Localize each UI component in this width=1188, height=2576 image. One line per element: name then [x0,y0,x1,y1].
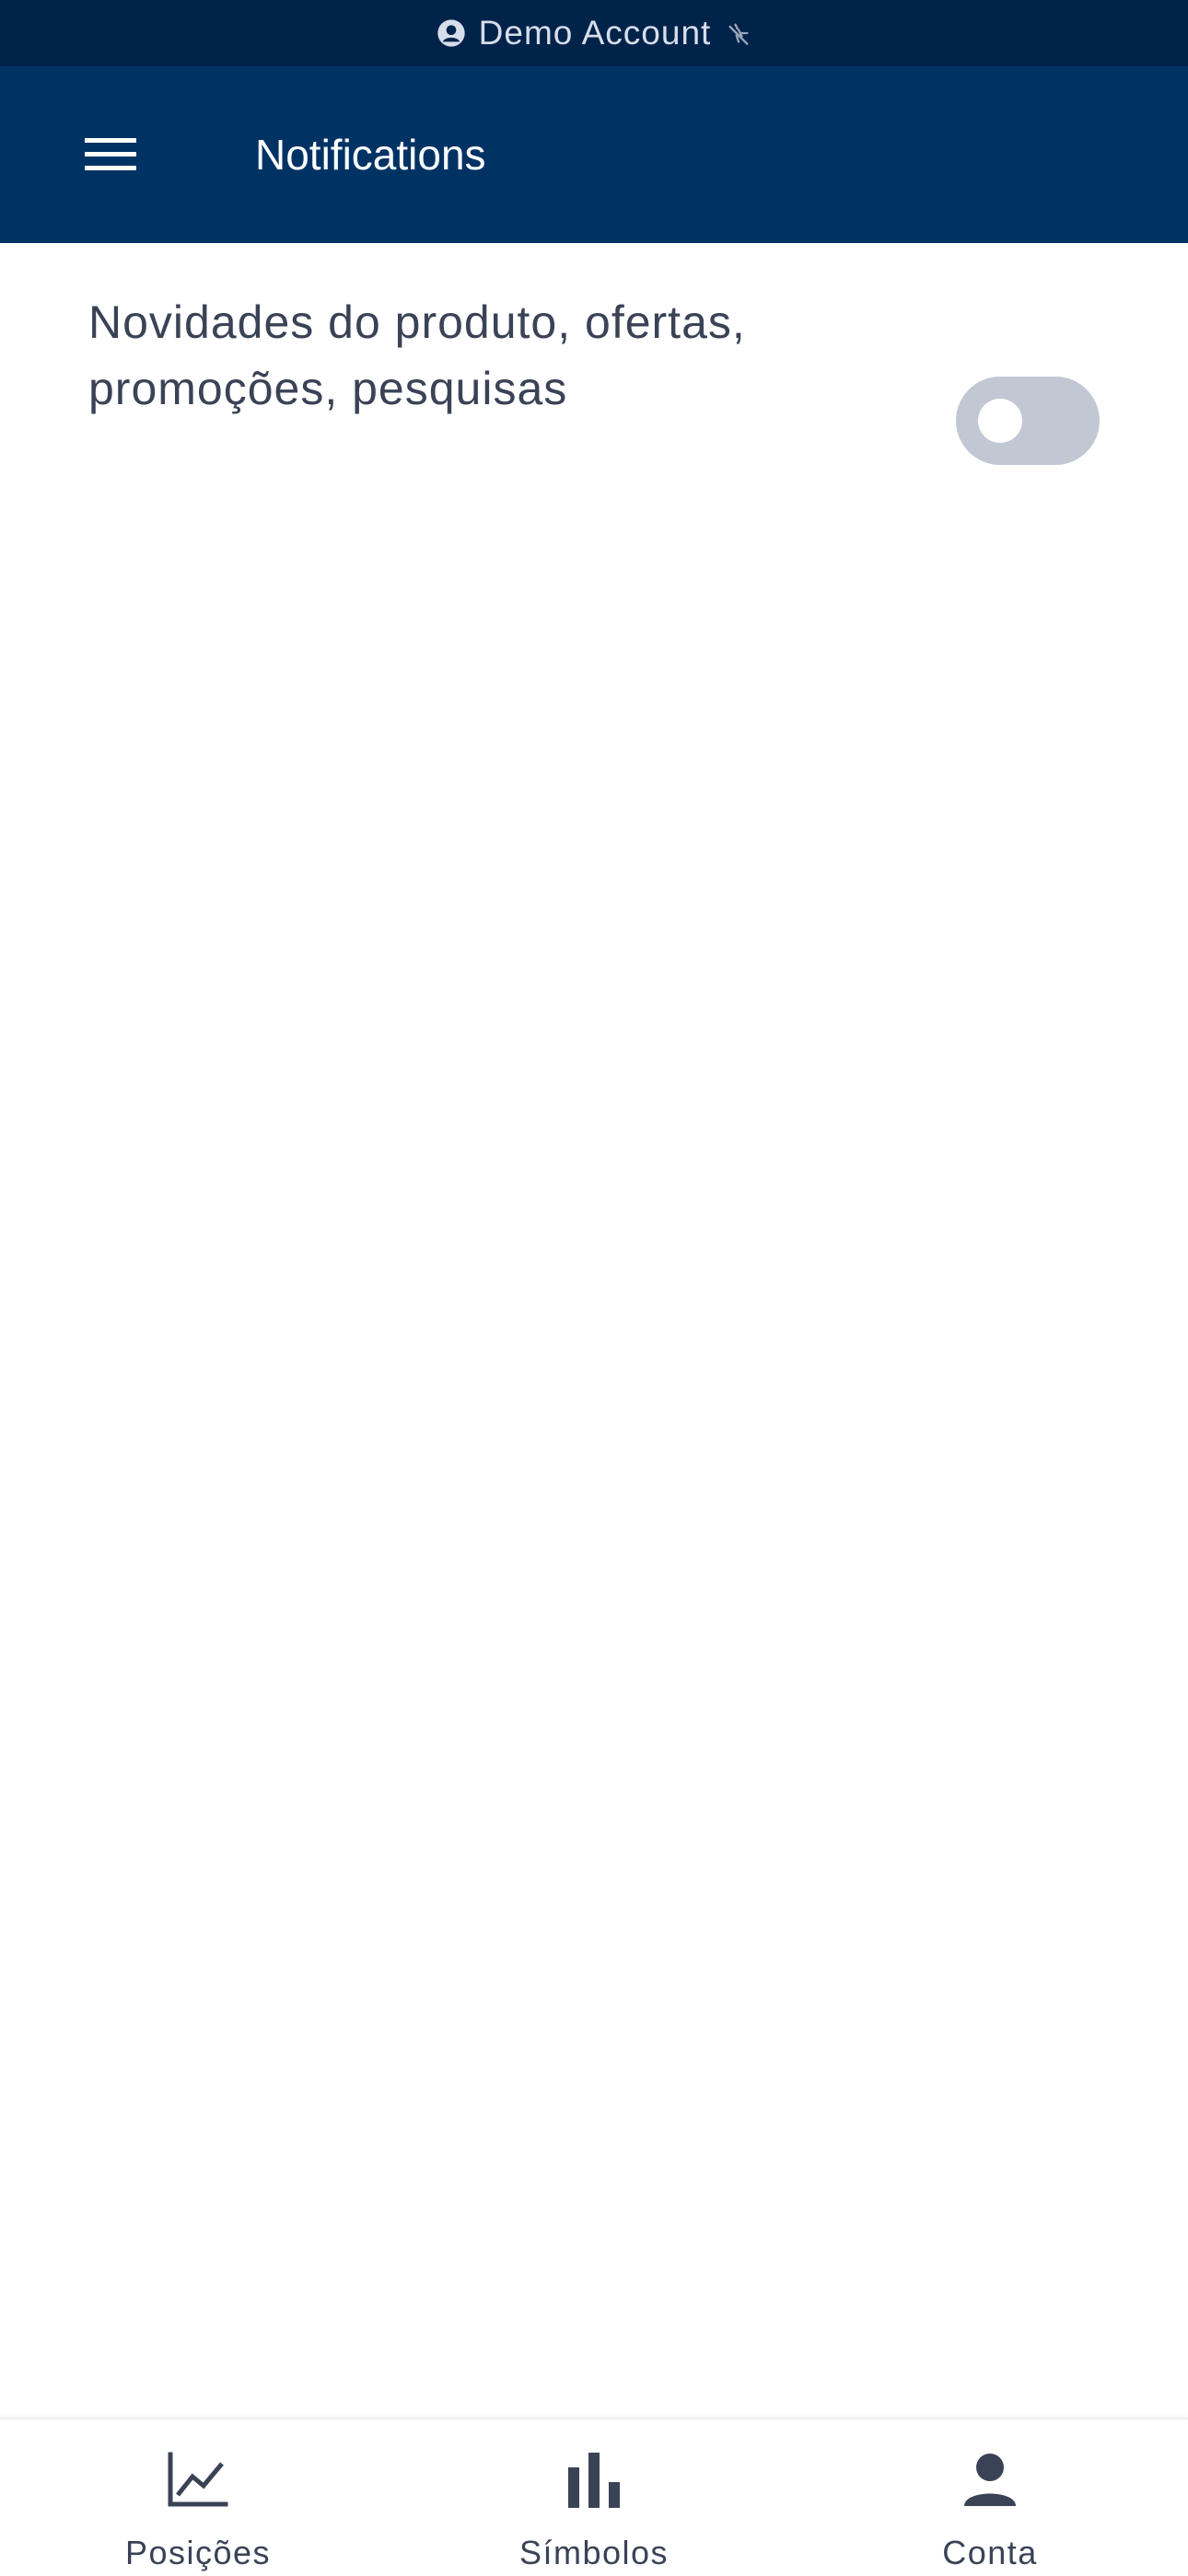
account-circle-icon [437,19,465,47]
menu-button[interactable] [79,123,142,186]
nav-item-posicoes[interactable]: Posições [0,2419,396,2576]
bottom-nav: Posições Símbolos Conta [0,2418,1188,2576]
nav-label: Posições [124,2534,272,2571]
nav-item-simbolos[interactable]: Símbolos [396,2419,792,2576]
product-news-toggle[interactable] [956,377,1100,465]
nav-label: Símbolos [518,2534,670,2571]
setting-row-product-news: Novidades do produto, ofertas, promoções… [0,243,1188,482]
signal-off-icon [728,23,749,45]
page-title: Notifications [255,131,486,179]
bar-chart-icon [568,2453,620,2508]
account-label: Demo Account [478,14,712,52]
nav-item-conta[interactable]: Conta [792,2419,1188,2576]
status-bar: Demo Account [0,0,1188,66]
app-header: Notifications [0,66,1188,243]
person-icon [964,2454,1016,2506]
line-chart-icon [168,2452,228,2507]
setting-label: Novidades do produto, ofertas, promoções… [88,296,746,414]
hamburger-menu-icon [85,138,136,170]
nav-label: Conta [942,2534,1038,2571]
toggle-knob [978,399,1022,443]
